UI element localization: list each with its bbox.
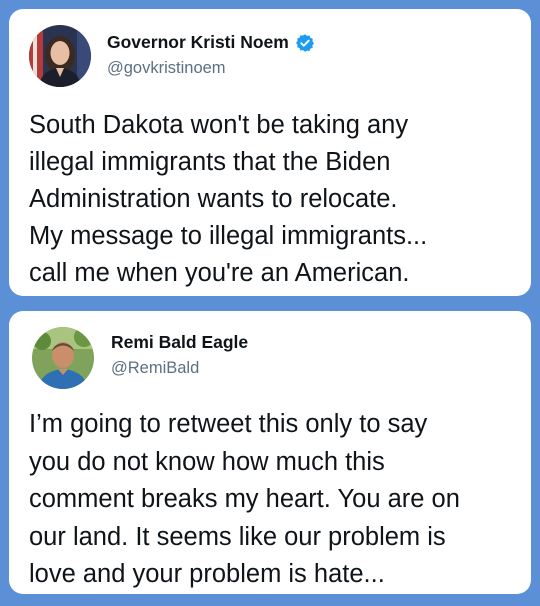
avatar[interactable] [29,25,91,87]
user-handle[interactable]: @RemiBald [111,359,199,378]
verified-badge-icon [295,33,315,53]
tweet-card-1[interactable]: Governor Kristi Noem @govkristinoem Sout… [9,9,531,296]
avatar[interactable] [32,327,94,389]
tweet-text-line: I’m going to retweet this only to say [29,410,428,438]
tweet-text-line: My message to illegal immigrants... [29,222,428,250]
tweet-text-line: call me when you're an American. [29,259,410,287]
tweet-text-line: you do not know how much this [29,447,385,476]
display-name[interactable]: Remi Bald Eagle [111,332,248,353]
tweet-text-line: illegal immigrants that the Biden [29,148,391,176]
tweet-card-2[interactable]: Remi Bald Eagle @RemiBald I’m going to r… [9,311,531,594]
user-handle[interactable]: @govkristinoem [107,59,226,78]
profile-photo-icon [29,25,91,87]
tweet-text-line: Administration wants to relocate. [29,185,398,213]
profile-photo-icon [32,327,94,389]
tweet-text: South Dakota won't be taking any illegal… [29,107,517,292]
tweet-text-line: love and your problem is hate... [29,560,385,588]
tweet-text: I’m going to retweet this only to say yo… [29,406,517,594]
tweet-text-line: South Dakota won't be taking any [29,111,409,139]
tweet-text-line: our land. It seems like our problem is [29,522,446,551]
tweet-text-line: comment breaks my heart. You are on [29,485,460,513]
display-name[interactable]: Governor Kristi Noem [107,32,289,53]
